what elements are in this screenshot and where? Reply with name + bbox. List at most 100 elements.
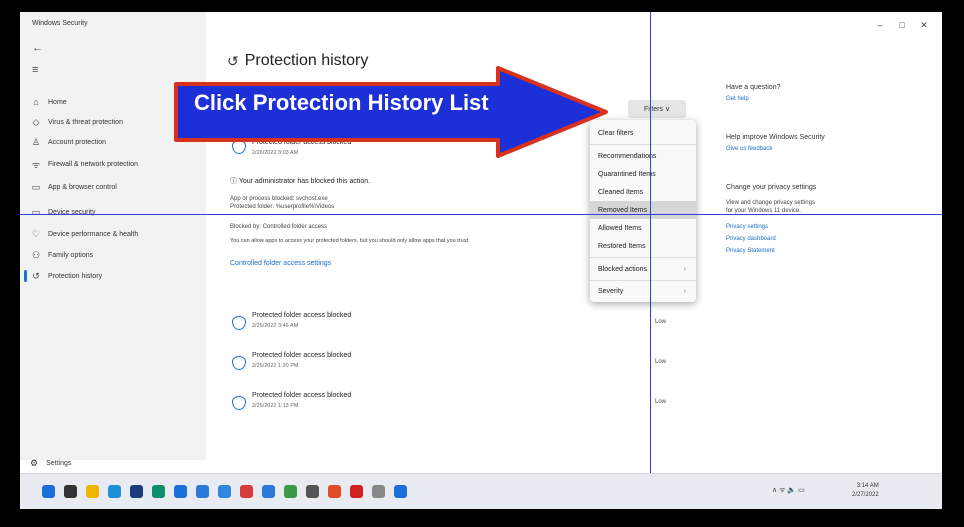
entry-date: 2/25/2022 1:13 PM	[252, 403, 299, 409]
window-icon: ▭	[31, 181, 41, 192]
wifi-icon: ᯤ	[31, 159, 41, 170]
shield-icon	[232, 316, 246, 330]
sidebar-item-family[interactable]: ⚇ Family options	[30, 245, 200, 265]
privacy-text: View and change privacy settings	[726, 200, 815, 206]
filters-button[interactable]: Filters ∨	[628, 100, 686, 118]
shield-icon: ◇	[32, 116, 40, 127]
entry-title[interactable]: Protected folder access blocked	[252, 352, 351, 359]
system-tray[interactable]: ∧ ᯤ 🔈 ▭	[772, 486, 805, 495]
taskbar-app-icon[interactable]	[394, 485, 407, 498]
home-icon: ⌂	[33, 97, 39, 107]
filter-allowed[interactable]: Allowed Items	[590, 219, 696, 237]
taskbar-app-icon[interactable]	[372, 485, 385, 498]
taskbar-app-icon[interactable]	[130, 485, 143, 498]
taskbar-app-icon[interactable]	[262, 485, 275, 498]
taskbar-app-icon[interactable]	[240, 485, 253, 498]
filter-option-label: Cleaned Items	[598, 188, 644, 196]
admin-notice: ⓘ Your administrator has blocked this ac…	[230, 176, 370, 186]
taskbar-app-icon[interactable]	[218, 485, 231, 498]
taskbar-app-icon[interactable]	[196, 485, 209, 498]
sidebar-item-protection-history[interactable]: ↺ Protection history	[24, 266, 200, 286]
severity-value: Low	[655, 399, 667, 405]
entry-title[interactable]: Protected folder access blocked	[252, 392, 351, 399]
filter-option-label: Quarantined Items	[598, 170, 656, 178]
history-icon: ↺	[32, 270, 40, 281]
sidebar-item-label: Home	[48, 98, 67, 106]
taskbar-app-icon[interactable]	[86, 485, 99, 498]
laptop-icon: ▭	[31, 206, 41, 217]
taskbar-app-icon[interactable]	[284, 485, 297, 498]
taskbar-app-icon[interactable]	[306, 485, 319, 498]
privacy-statement-link[interactable]: Privacy Statement	[726, 248, 775, 254]
menu-divider	[590, 280, 696, 281]
get-help-link[interactable]: Get help	[726, 96, 749, 102]
filter-option-label: Allowed Items	[598, 224, 642, 232]
filter-quarantined[interactable]: Quarantined Items	[590, 165, 696, 183]
sidebar-item-label: Account protection	[48, 138, 106, 146]
maximize-button[interactable]: □	[892, 20, 912, 30]
family-icon: ⚇	[31, 249, 41, 260]
clock-date: 2/27/2022	[852, 492, 879, 498]
sidebar-item-label: Device performance & health	[48, 230, 139, 238]
clock[interactable]: 3:14 AM 2/27/2022	[852, 482, 879, 500]
privacy-dashboard-link[interactable]: Privacy dashboard	[726, 236, 776, 242]
taskbar-app-icon[interactable]	[108, 485, 121, 498]
guide-line-vertical	[650, 12, 651, 509]
blocked-by: Blocked by: Controlled folder access	[230, 224, 328, 230]
filter-removed[interactable]: Removed Items	[590, 201, 696, 219]
sidebar-item-device-performance[interactable]: ♡ Device performance & health	[30, 224, 200, 244]
severity-value: Low	[655, 319, 667, 325]
sidebar-item-label: App & browser control	[48, 183, 117, 191]
admin-notice-text: Your administrator has blocked this acti…	[238, 178, 371, 185]
close-button[interactable]: ✕	[914, 20, 934, 31]
taskbar-app-icon[interactable]	[152, 485, 165, 498]
filter-restored[interactable]: Restored Items	[590, 237, 696, 255]
filters-label: Filters ∨	[643, 106, 671, 113]
filter-option-label: Restored Items	[598, 242, 646, 250]
gear-icon: ⚙	[30, 458, 39, 468]
filter-option-label: Removed Items	[598, 206, 648, 214]
taskbar-app-icon[interactable]	[64, 485, 77, 498]
filter-option-label: Severity	[598, 287, 624, 295]
allow-text: You can allow apps to access your protec…	[230, 238, 470, 244]
privacy-heading: Change your privacy settings	[726, 184, 817, 191]
taskbar-app-icon[interactable]	[174, 485, 187, 498]
chevron-right-icon: ›	[683, 265, 686, 273]
sidebar-item-label: Settings	[46, 460, 72, 467]
sidebar-item-settings[interactable]: ⚙ Settings	[30, 458, 71, 469]
chevron-right-icon: ›	[683, 287, 686, 295]
controlled-folder-settings-link[interactable]: Controlled folder access settings	[230, 260, 331, 267]
filter-severity[interactable]: Severity ›	[590, 282, 696, 300]
sidebar-item-device-security[interactable]: ▭ Device security	[30, 202, 200, 222]
entry-title[interactable]: Protected folder access blocked	[252, 312, 351, 319]
heart-icon: ♡	[31, 228, 41, 239]
filter-cleaned[interactable]: Cleaned Items	[590, 183, 696, 201]
sidebar-item-label: Family options	[48, 251, 94, 259]
filter-blocked-actions[interactable]: Blocked actions ›	[590, 260, 696, 278]
back-icon[interactable]: ←	[32, 42, 43, 54]
taskbar-app-icon[interactable]	[42, 485, 55, 498]
taskbar-app-icon[interactable]	[350, 485, 363, 498]
feedback-link[interactable]: Give us feedback	[726, 146, 772, 152]
info-icon: ⓘ	[230, 178, 239, 185]
shield-icon	[232, 356, 246, 370]
screen: ← ≡ ⌂ Home ◇ Virus & threat protection ♙…	[20, 12, 942, 509]
entry-date: 2/25/2022 3:46 AM	[252, 323, 299, 329]
taskbar-app-icon[interactable]	[328, 485, 341, 498]
sidebar-item-app-browser[interactable]: ▭ App & browser control	[30, 177, 200, 197]
filter-option-label: Blocked actions	[598, 265, 648, 273]
question-heading: Have a question?	[726, 84, 781, 91]
severity-value: Low	[655, 359, 667, 365]
clock-time: 3:14 AM	[856, 483, 879, 489]
privacy-settings-link[interactable]: Privacy settings	[726, 224, 768, 230]
entry-date: 2/25/2022 1:20 PM	[252, 363, 299, 369]
sidebar-item-label: Firewall & network protection	[48, 160, 138, 168]
detail-folder: Protected folder: %userprofile%\Videos	[230, 204, 335, 210]
title-bar: Windows Security – □ ✕	[20, 12, 942, 38]
taskbar: ∧ ᯤ 🔈 ▭ 3:14 AM 2/27/2022	[20, 473, 942, 509]
person-icon: ♙	[31, 136, 41, 147]
guide-line-horizontal	[20, 214, 942, 215]
menu-icon[interactable]: ≡	[32, 64, 38, 76]
minimize-button[interactable]: –	[870, 20, 890, 30]
sidebar-item-label: Protection history	[48, 272, 103, 280]
